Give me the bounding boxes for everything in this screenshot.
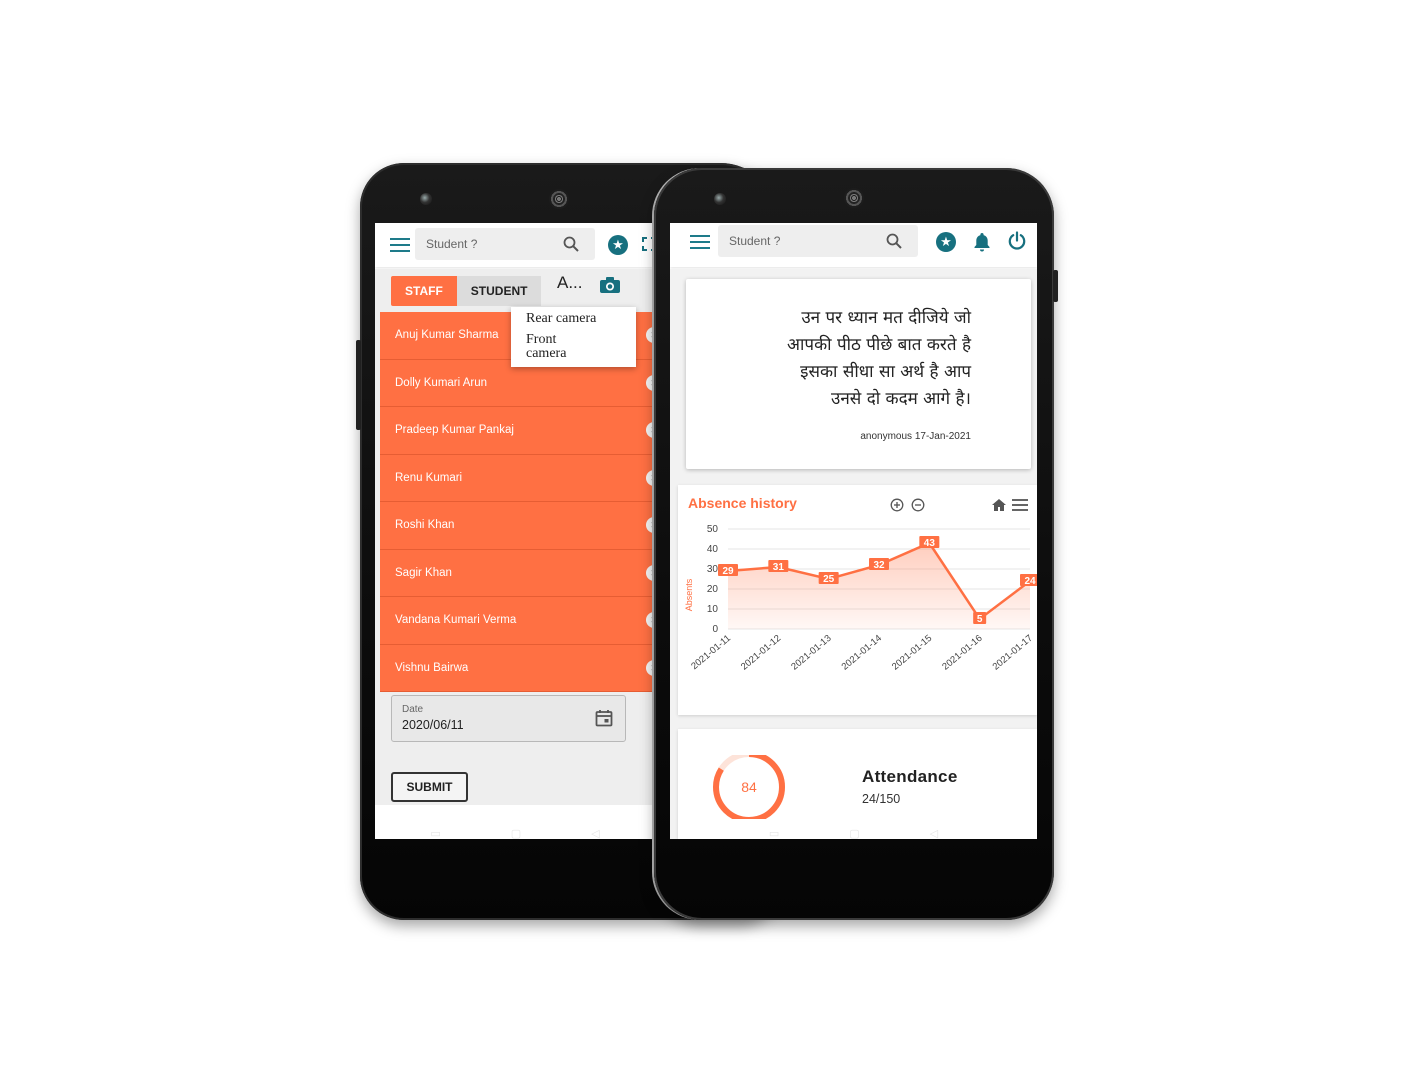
search-input[interactable]: Student ?	[729, 234, 780, 248]
quote-author-date: anonymous 17-Jan-2021	[860, 431, 971, 442]
list-item-name: Anuj Kumar Sharma	[395, 329, 499, 341]
menu-icon[interactable]	[390, 238, 410, 252]
x-tick-label: 2021-01-13	[789, 633, 833, 673]
x-tick-label: 2021-01-14	[840, 633, 884, 673]
list-item[interactable]: Renu Kumari ✕	[380, 454, 655, 502]
date-label: Date	[402, 704, 424, 715]
list-item[interactable]: Pradeep Kumar Pankaj ✕	[380, 407, 655, 455]
tab-student[interactable]: STUDENT	[456, 276, 542, 306]
quote-card: उन पर ध्यान मत दीजिये जो आपकी पीठ पीछे ब…	[686, 279, 1031, 469]
bell-icon[interactable]	[973, 232, 991, 252]
list-item-name: Vandana Kumari Verma	[395, 614, 517, 626]
star-icon[interactable]: ★	[936, 232, 956, 252]
calendar-icon[interactable]	[595, 709, 613, 727]
data-label: 24	[1024, 576, 1036, 587]
list-item-name: Sagir Khan	[395, 566, 452, 579]
list-item[interactable]: Roshi Khan ✕	[380, 502, 655, 550]
data-label: 43	[924, 538, 936, 549]
camera-icon[interactable]	[600, 277, 620, 293]
home-nav-icon[interactable]: ▢	[511, 829, 521, 840]
right-phone-screen: Student ? ★ उन पर ध्यान मत दीजिये जो आपक…	[670, 223, 1037, 839]
star-icon[interactable]: ★	[608, 235, 628, 255]
home-nav-icon[interactable]: ▢	[849, 829, 859, 840]
power-side-button	[1053, 270, 1058, 302]
volume-button	[356, 340, 361, 430]
search-icon[interactable]	[886, 233, 902, 249]
absence-chart: 0 10 20 30 40 50 Absents 29 31 25 32 43 5 24 2021-01-1…	[684, 524, 1037, 673]
earpiece-speaker	[844, 188, 864, 208]
date-field[interactable]: Date 2020/06/11	[391, 695, 626, 742]
tab-overflow[interactable]: A...	[557, 273, 583, 293]
back-icon[interactable]: ◁	[591, 829, 599, 840]
recents-icon[interactable]: ▭	[430, 829, 440, 840]
attendance-title: Attendance	[862, 767, 958, 786]
search-input[interactable]: Student ?	[426, 237, 477, 251]
menu-icon[interactable]	[690, 235, 710, 249]
system-nav-bar: ▭ ▢ ◁	[670, 827, 1037, 840]
quote-text: उन पर ध्यान मत दीजिये जो आपकी पीठ पीछे ब…	[787, 308, 971, 409]
y-tick-label: 30	[707, 564, 719, 575]
data-label: 32	[873, 560, 885, 571]
attendance-ring: 84	[713, 755, 785, 819]
list-item-name: Pradeep Kumar Pankaj	[395, 424, 514, 436]
left-phone-screen: Student ? ★ STAFF STUDENT A... Rear came…	[375, 223, 655, 839]
front-camera-lens	[714, 193, 726, 205]
data-label: 29	[722, 566, 734, 577]
staff-list: Anuj Kumar Sharma ✕ Dolly Kumari Arun ✕ Prad…	[380, 312, 655, 692]
attendance-ratio: 24/150	[862, 792, 901, 806]
tab-staff[interactable]: STAFF	[391, 276, 457, 306]
x-tick-label: 2021-01-11	[689, 633, 733, 672]
list-item-name: Vishnu Bairwa	[395, 661, 469, 674]
y-tick-label: 10	[707, 604, 719, 615]
list-item-name: Dolly Kumari Arun	[395, 376, 488, 389]
menu-item-front-camera[interactable]: Front camera	[526, 332, 586, 362]
camera-select-menu: Rear camera Front camera	[511, 307, 636, 367]
dashboard: उन पर ध्यान मत दीजिये जो आपकी पीठ पीछे ब…	[670, 269, 1037, 839]
attendance-value: 84	[741, 779, 757, 795]
y-axis-label: Absents	[684, 578, 694, 611]
tab-bar: STAFF STUDENT	[391, 276, 542, 306]
menu-item-rear-camera[interactable]: Rear camera	[526, 311, 636, 327]
x-tick-label: 2021-01-17	[991, 633, 1035, 673]
list-item[interactable]: Vandana Kumari Verma ✕	[380, 597, 655, 645]
y-tick-label: 50	[707, 524, 719, 535]
list-item[interactable]: Vishnu Bairwa ✕	[380, 644, 655, 692]
y-tick-label: 20	[707, 584, 719, 595]
attendance-card: 84 Attendance 24/150	[678, 729, 1037, 839]
power-icon[interactable]	[1007, 231, 1027, 251]
system-nav-bar: ▭ ▢ ◁	[375, 827, 655, 840]
search-box[interactable]: Student ?	[718, 225, 918, 257]
back-icon[interactable]: ◁	[930, 829, 938, 840]
x-tick-label: 2021-01-12	[739, 633, 783, 673]
list-item[interactable]: Sagir Khan ✕	[380, 549, 655, 597]
search-icon[interactable]	[563, 236, 579, 252]
y-tick-label: 0	[712, 624, 718, 635]
data-label: 31	[773, 562, 785, 573]
list-item-name: Roshi Khan	[395, 519, 455, 531]
x-tick-label: 2021-01-16	[940, 633, 984, 673]
data-label: 25	[823, 574, 835, 585]
list-item-name: Renu Kumari	[395, 471, 463, 484]
front-camera-lens	[420, 193, 432, 205]
search-box[interactable]: Student ?	[415, 228, 595, 260]
app-bar: Student ? ★	[670, 223, 1037, 267]
attendance-form: STAFF STUDENT A... Rear camera Front cam…	[375, 269, 655, 805]
absence-chart-card: Absence history 0 10 20 30 40 50 Absents 29 31 25…	[678, 485, 1037, 715]
submit-button[interactable]: SUBMIT	[391, 772, 468, 802]
earpiece-speaker	[549, 189, 569, 209]
recents-icon[interactable]: ▭	[769, 829, 779, 840]
app-bar: Student ? ★	[375, 223, 655, 267]
date-input[interactable]: 2020/06/11	[402, 718, 464, 732]
y-tick-label: 40	[707, 544, 719, 555]
data-label: 5	[977, 614, 983, 625]
x-tick-label: 2021-01-15	[890, 633, 934, 673]
